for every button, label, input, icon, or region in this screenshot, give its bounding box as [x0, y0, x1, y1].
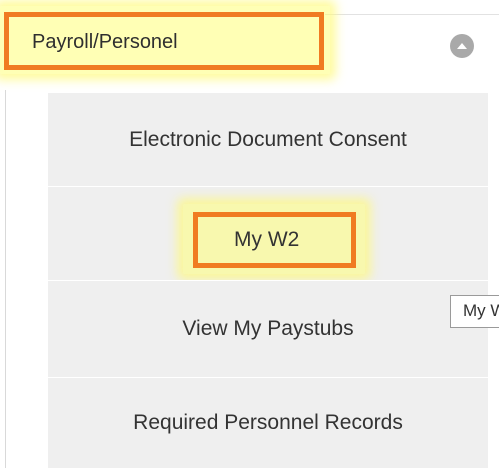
menu-item-label: Electronic Document Consent: [129, 127, 407, 151]
menu-item-electronic-document-consent[interactable]: Electronic Document Consent: [48, 93, 488, 186]
tooltip-text: My W2: [463, 301, 499, 320]
chevron-up-icon[interactable]: [450, 34, 474, 58]
menu-item-view-my-paystubs[interactable]: View My Paystubs: [48, 281, 488, 377]
tooltip: My W2: [450, 295, 499, 328]
my-w2-highlight-box: [193, 212, 356, 268]
panel-left-border: [5, 90, 6, 468]
section-title-highlight-box: [4, 12, 324, 70]
menu-item-label: View My Paystubs: [182, 317, 354, 340]
menu-item-required-personnel-records[interactable]: Required Personnel Records: [48, 378, 488, 468]
payroll-panel: Payroll/Personel Electronic Document Con…: [0, 0, 499, 468]
menu-item-label: Required Personnel Records: [133, 411, 403, 434]
